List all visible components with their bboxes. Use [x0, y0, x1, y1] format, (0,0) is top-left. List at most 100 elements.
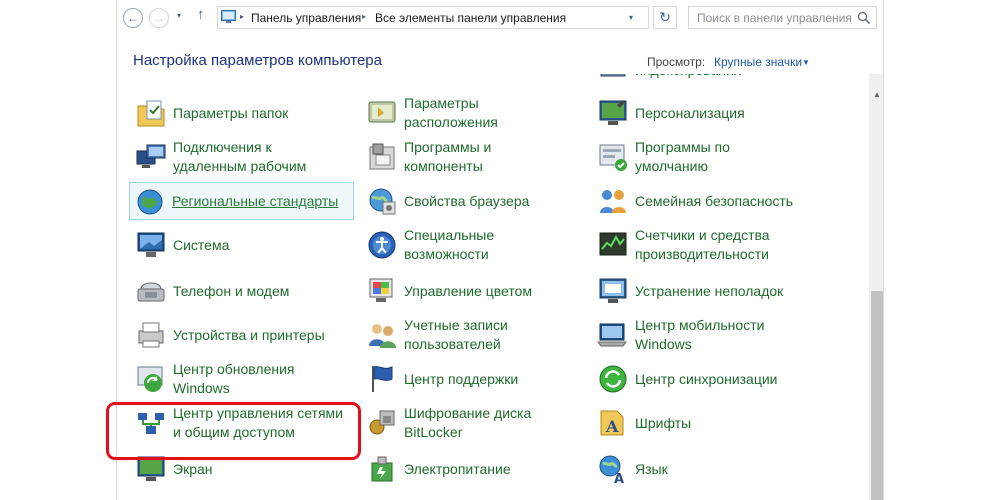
page-title: Настройка параметров компьютера	[133, 52, 382, 69]
up-button[interactable]: ↑	[197, 6, 205, 23]
control-panel-item-location-settings[interactable]: Параметры расположения	[362, 94, 587, 132]
programs-features-icon	[369, 143, 395, 170]
item-label-line: Программы и	[404, 139, 492, 155]
location-settings-icon	[368, 101, 396, 123]
default-programs-icon	[599, 144, 627, 171]
control-panel-item-internet-options[interactable]: Свойства браузера	[362, 182, 587, 220]
item-label: Параметры расположения	[404, 94, 498, 132]
item-label: Телефон и модем	[173, 282, 289, 301]
item-label-line: Шрифты	[635, 414, 692, 431]
item-label: Шрифты	[635, 414, 691, 433]
breadcrumb-separator: ▸	[362, 12, 367, 21]
item-label: Подключения к удаленным рабочим	[173, 138, 306, 176]
item-label: Управление цветом	[404, 282, 532, 301]
mobility-center-icon	[597, 323, 627, 347]
control-panel-item-ease-of-access[interactable]: Специальные возможности	[362, 226, 587, 264]
bitlocker-icon	[369, 410, 395, 435]
item-label: Семейная безопасность	[635, 192, 793, 211]
control-panel-item-remote-desktop[interactable]: Подключения к удаленным рабочим	[131, 138, 356, 176]
item-label-line: и общим доступом	[173, 424, 295, 440]
item-label: Счетчики и средства производительности	[635, 226, 770, 264]
devices-printers-icon	[138, 322, 164, 348]
control-panel-item-network-sharing[interactable]: Центр управления сетями и общим доступом	[131, 404, 356, 442]
control-panel-item-family-safety[interactable]: Семейная безопасность	[593, 182, 818, 220]
internet-options-icon	[369, 188, 396, 215]
control-panel-item-color-management[interactable]: Управление цветом	[362, 272, 587, 310]
svg-text:A: A	[605, 417, 619, 436]
item-label-line: пользователей	[404, 336, 501, 352]
item-label-line: Экран	[173, 460, 213, 477]
indexing-icon	[600, 74, 626, 77]
item-label-line: Язык	[635, 460, 668, 477]
item-label-line: Windows	[173, 380, 230, 396]
phone-modem-icon	[137, 282, 165, 302]
control-panel-item-system[interactable]: Система	[131, 226, 356, 264]
scroll-thumb[interactable]	[871, 291, 883, 500]
item-label: Язык	[635, 460, 668, 479]
item-label-line: Центр управления сетями	[173, 405, 343, 421]
back-button[interactable]: ←	[123, 8, 143, 28]
color-management-icon	[369, 278, 393, 302]
control-panel-item-mobility-center[interactable]: Центр мобильности Windows	[593, 316, 818, 354]
item-label: Программы и компоненты	[404, 138, 491, 176]
item-label-line: Специальные	[404, 227, 495, 243]
control-panel-item-region-globe[interactable]: Региональные стандарты	[129, 182, 354, 220]
control-panel-item-default-programs[interactable]: Программы по умолчанию	[593, 138, 818, 176]
system-icon	[137, 232, 165, 257]
control-panel-item-programs-features[interactable]: Программы и компоненты	[362, 138, 587, 176]
sync-center-icon	[599, 365, 627, 393]
item-label-line: Региональные стандарты	[172, 192, 339, 209]
item-label-line: умолчанию	[635, 158, 708, 174]
item-label: Устройства и принтеры	[173, 326, 325, 345]
address-bar[interactable]: ▸ Панель управления ▸ Все элементы панел…	[217, 6, 649, 29]
item-label-line: Устройства и принтеры	[173, 326, 325, 343]
control-panel-item-personalization[interactable]: Персонализация	[593, 94, 818, 132]
item-label-line: расположения	[404, 114, 498, 130]
item-label: Учетные записи пользователей	[404, 316, 508, 354]
control-panel-item-language[interactable]: A Язык	[593, 450, 818, 488]
control-panel-item-troubleshooting[interactable]: Устранение неполадок	[593, 272, 818, 310]
control-panel-item-power-options[interactable]: Электропитание	[362, 450, 587, 488]
action-center-flag-icon	[372, 366, 393, 392]
search-icon[interactable]	[857, 11, 871, 25]
address-history-dropdown[interactable]: ▾	[629, 13, 633, 22]
item-label-line: Система	[173, 236, 230, 253]
item-label: Электропитание	[404, 460, 511, 479]
item-label-line: BitLocker	[404, 424, 463, 440]
control-panel-window: ← → ▾ ↑ ▸ Панель управления ▸ Все элемен…	[116, 0, 884, 500]
item-label: Центр мобильности Windows	[635, 316, 764, 354]
control-panel-item-fonts[interactable]: A Шрифты	[593, 404, 818, 442]
item-label: Система	[173, 236, 229, 255]
control-panel-item-devices-printers[interactable]: Устройства и принтеры	[131, 316, 356, 354]
control-panel-item-windows-update[interactable]: Центр обновления Windows	[131, 360, 356, 398]
vertical-scrollbar[interactable]: ▲	[869, 74, 883, 500]
view-by-dropdown-arrow[interactable]: ▼	[802, 58, 810, 67]
item-label-line: Персонализация	[635, 104, 745, 121]
control-panel-item-bitlocker[interactable]: Шифрование диска BitLocker	[362, 404, 587, 442]
item-label-line: компоненты	[404, 158, 483, 174]
control-panel-items: индексирования Параметры папок Параметры ра…	[117, 74, 869, 500]
item-label: Центр обновления Windows	[173, 360, 295, 398]
refresh-button[interactable]: ↻	[653, 6, 677, 29]
view-by-selector[interactable]: Крупные значки	[714, 55, 802, 69]
recent-locations-dropdown[interactable]: ▾	[177, 11, 181, 20]
scroll-up-arrow[interactable]: ▲	[873, 90, 881, 99]
control-panel-item-sync-center[interactable]: Центр синхронизации	[593, 360, 818, 398]
control-panel-item-phone-modem[interactable]: Телефон и модем	[131, 272, 356, 310]
control-panel-item-indexing[interactable]: индексирования	[593, 74, 818, 89]
control-panel-item-action-center-flag[interactable]: Центр поддержки	[362, 360, 587, 398]
item-label-line: Электропитание	[404, 460, 511, 477]
breadcrumb-all-items[interactable]: Все элементы панели управления	[375, 11, 566, 25]
breadcrumb-control-panel[interactable]: Панель управления	[251, 11, 361, 25]
control-panel-item-folder-options[interactable]: Параметры папок	[131, 94, 356, 132]
control-panel-item-user-accounts[interactable]: Учетные записи пользователей	[362, 316, 587, 354]
display-icon	[137, 456, 165, 481]
control-panel-item-performance[interactable]: Счетчики и средства производительности	[593, 226, 818, 264]
control-panel-item-display[interactable]: Экран	[131, 450, 356, 488]
forward-button[interactable]: →	[149, 8, 169, 28]
item-label-line: производительности	[635, 246, 769, 262]
search-input[interactable]: Поиск в панели управления	[697, 11, 852, 25]
language-icon: A	[599, 455, 624, 485]
item-label-line: Центр обновления	[173, 361, 295, 377]
search-box[interactable]: Поиск в панели управления	[688, 6, 877, 29]
